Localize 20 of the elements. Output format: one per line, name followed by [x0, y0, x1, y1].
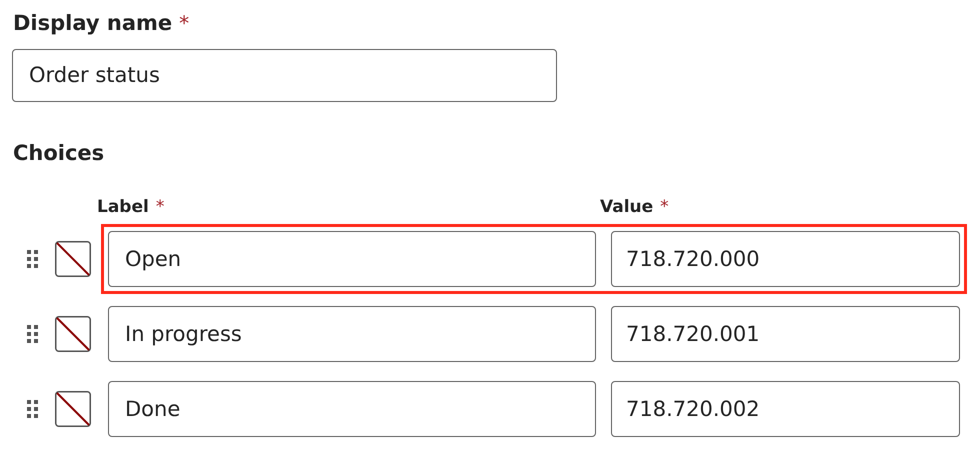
label-input[interactable]: In progress [108, 306, 596, 362]
column-header: Value [600, 196, 654, 219]
required-mark: * [156, 196, 164, 219]
field-label: Display name [13, 10, 172, 37]
no-color-icon[interactable] [55, 390, 91, 426]
required-mark: * [179, 10, 190, 37]
value-input[interactable]: 718.720.000 [611, 230, 960, 286]
value-input[interactable]: 718.720.001 [611, 306, 960, 362]
drag-handle-icon[interactable] [27, 324, 39, 342]
no-color-icon[interactable] [55, 240, 91, 276]
value-input[interactable]: 718.720.002 [611, 380, 960, 436]
label-input[interactable]: Open [108, 230, 596, 286]
drag-handle-icon[interactable] [27, 250, 39, 268]
no-color-icon[interactable] [55, 316, 91, 352]
input-field[interactable]: Order status [12, 48, 557, 102]
drag-handle-icon[interactable] [27, 400, 39, 418]
column-header: Label [97, 196, 149, 219]
label-input[interactable]: Done [108, 380, 596, 436]
required-mark: * [660, 196, 669, 219]
section-title: Choices [13, 140, 106, 166]
